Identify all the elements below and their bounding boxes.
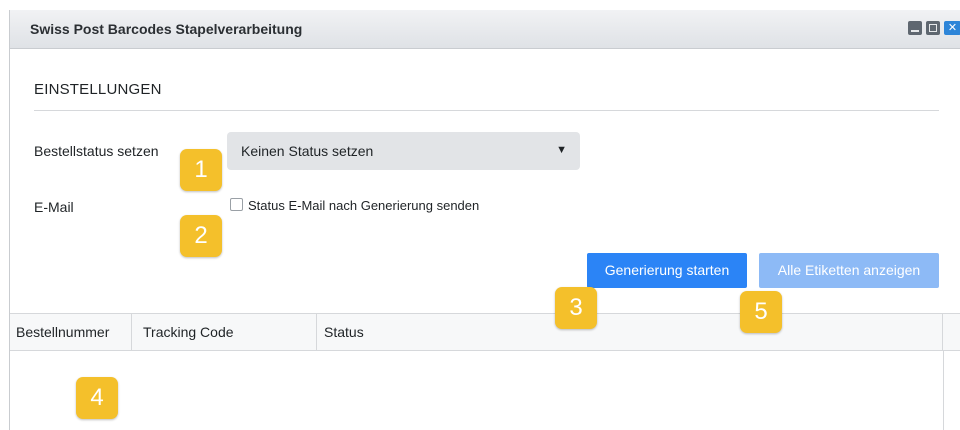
dropdown-arrow-icon: ▼ [556, 144, 567, 156]
close-icon[interactable]: ✕ [944, 21, 960, 35]
show-all-labels-button[interactable]: Alle Etiketten anzeigen [759, 253, 939, 288]
table-column-divider [943, 351, 944, 430]
callout-marker-2: 2 [180, 215, 222, 257]
email-checkbox[interactable] [230, 198, 243, 211]
email-label: E-Mail [34, 199, 74, 215]
window-titlebar[interactable]: Swiss Post Barcodes Stapelverarbeitung ✕ [10, 10, 960, 49]
start-generation-button[interactable]: Generierung starten [587, 253, 747, 288]
column-header-tracking-code[interactable]: Tracking Code [132, 314, 317, 350]
window-title: Swiss Post Barcodes Stapelverarbeitung [30, 21, 303, 37]
column-header-order-number[interactable]: Bestellnummer [10, 314, 132, 350]
callout-marker-5: 5 [740, 291, 782, 333]
order-status-select[interactable]: Keinen Status setzen ▼ [227, 132, 580, 170]
callout-marker-3: 3 [555, 287, 597, 329]
maximize-icon[interactable] [926, 21, 940, 35]
results-table-header: Bestellnummer Tracking Code Status [10, 313, 960, 351]
minimize-icon[interactable] [908, 21, 922, 35]
email-checkbox-label[interactable]: Status E-Mail nach Generierung senden [248, 198, 479, 213]
order-status-value: Keinen Status setzen [241, 143, 374, 159]
batch-window: Swiss Post Barcodes Stapelverarbeitung ✕… [9, 10, 960, 430]
callout-marker-4: 4 [76, 377, 118, 419]
callout-marker-1: 1 [180, 149, 222, 191]
settings-heading: EINSTELLUNGEN [34, 81, 162, 98]
settings-divider [34, 110, 939, 111]
column-header-status[interactable]: Status [317, 314, 943, 350]
order-status-label: Bestellstatus setzen [34, 143, 159, 159]
